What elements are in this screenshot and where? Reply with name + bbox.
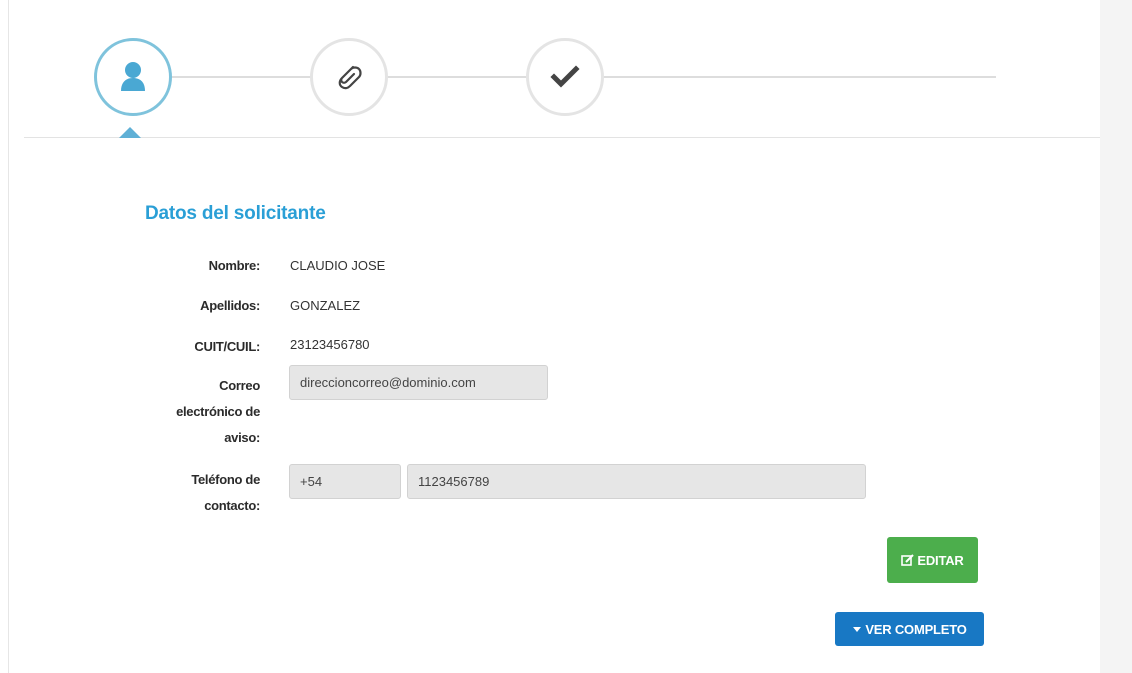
stepper-connector — [602, 76, 996, 78]
apellidos-value: GONZALEZ — [290, 298, 361, 313]
cuit-label: CUIT/CUIL: — [194, 339, 260, 354]
step-applicant-data[interactable] — [94, 38, 172, 116]
nombre-label: Nombre: — [208, 258, 261, 273]
view-complete-label: VER COMPLETO — [865, 621, 967, 637]
cuit-value: 23123456780 — [290, 337, 370, 352]
stepper-divider — [24, 137, 1100, 138]
section-title: Datos del solicitante — [145, 203, 326, 224]
phone-number-field[interactable]: 1123456789 — [407, 464, 866, 499]
nombre-value: CLAUDIO JOSE — [290, 258, 386, 273]
paperclip-icon — [338, 65, 362, 90]
stepper-connector — [386, 76, 528, 78]
right-side-panel — [1100, 0, 1132, 673]
user-icon — [121, 62, 145, 91]
view-complete-button[interactable]: VER COMPLETO — [835, 612, 984, 646]
apellidos-label: Apellidos: — [200, 298, 260, 313]
step-confirmation[interactable] — [526, 38, 604, 116]
edit-button-label: EDITAR — [917, 552, 964, 568]
stepper-connector — [170, 76, 312, 78]
edit-button[interactable]: EDITAR — [887, 537, 978, 583]
edit-icon — [901, 554, 915, 566]
active-step-pointer — [119, 127, 141, 138]
telefono-label: Teléfono de contacto: — [191, 472, 260, 513]
phone-prefix-field[interactable]: +54 — [289, 464, 401, 499]
caret-down-icon — [853, 627, 862, 632]
checkmark-icon — [550, 65, 580, 88]
correo-label: Correo electrónico de aviso: — [176, 378, 260, 445]
step-attachments[interactable] — [310, 38, 388, 116]
email-field[interactable]: direccioncorreo@dominio.com — [289, 365, 548, 400]
wizard-stepper — [0, 0, 1100, 150]
